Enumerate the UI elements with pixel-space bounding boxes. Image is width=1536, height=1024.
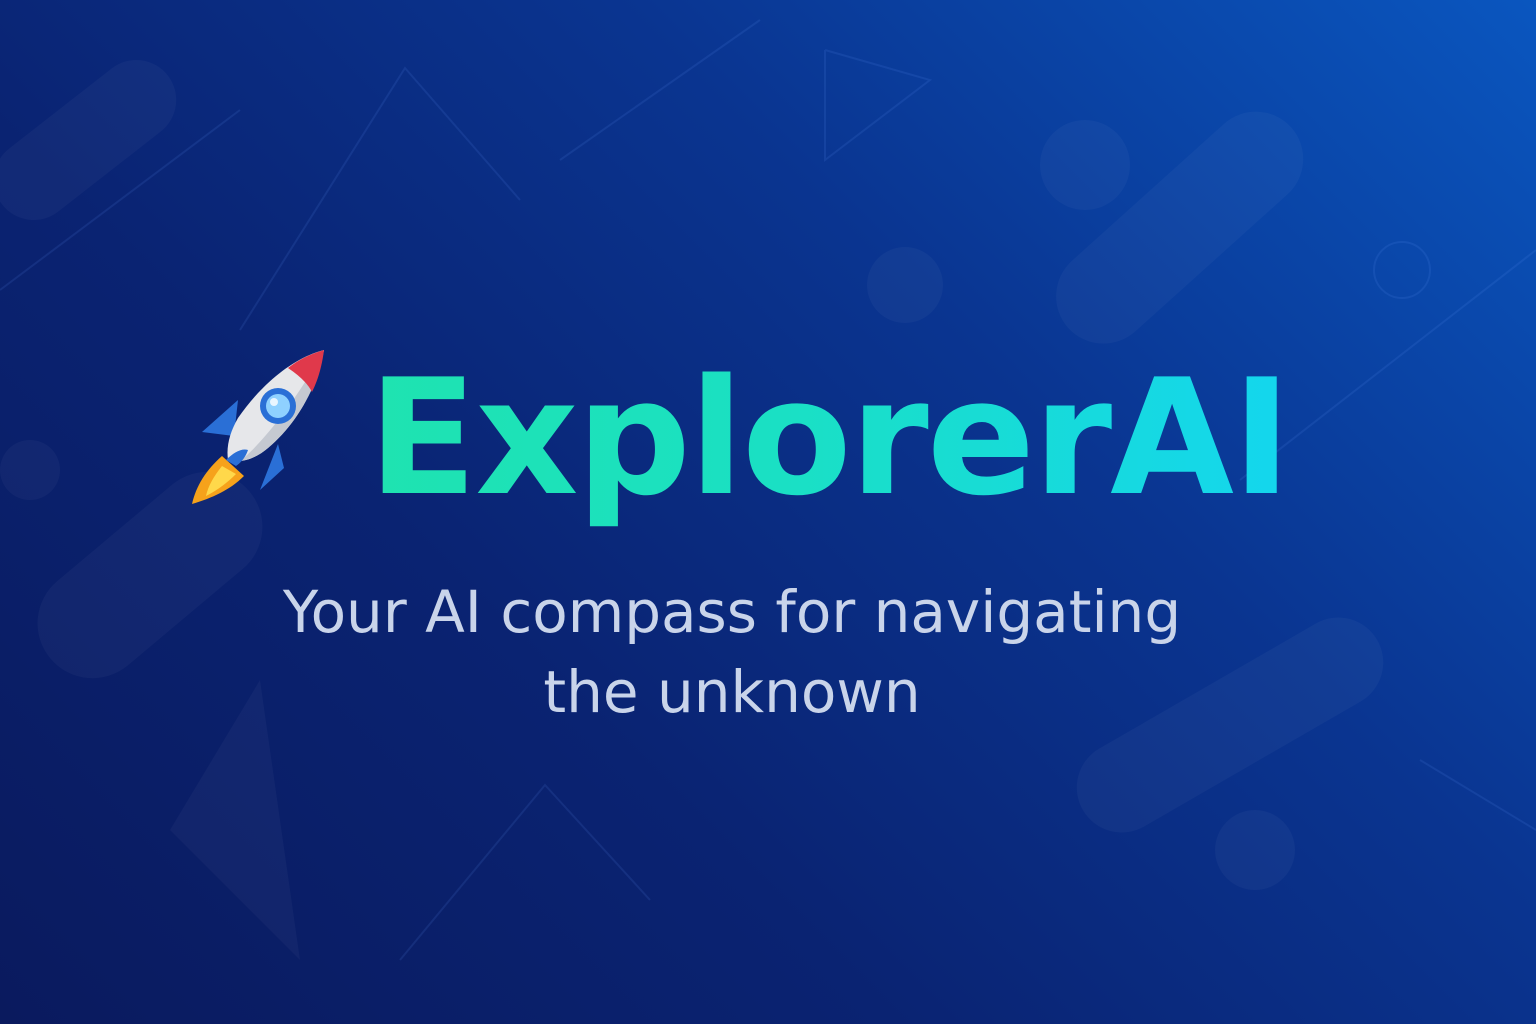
tagline-line-1: Your AI compass for navigating [282,578,1182,646]
rocket-icon [192,350,324,504]
tagline-line-2: the unknown [543,658,921,726]
brand-title: ExplorerAI [368,338,1291,538]
hero-section: ExplorerAI Your AI compass for navigatin… [0,0,1536,1024]
tagline: Your AI compass for navigating the unkno… [200,572,1264,732]
